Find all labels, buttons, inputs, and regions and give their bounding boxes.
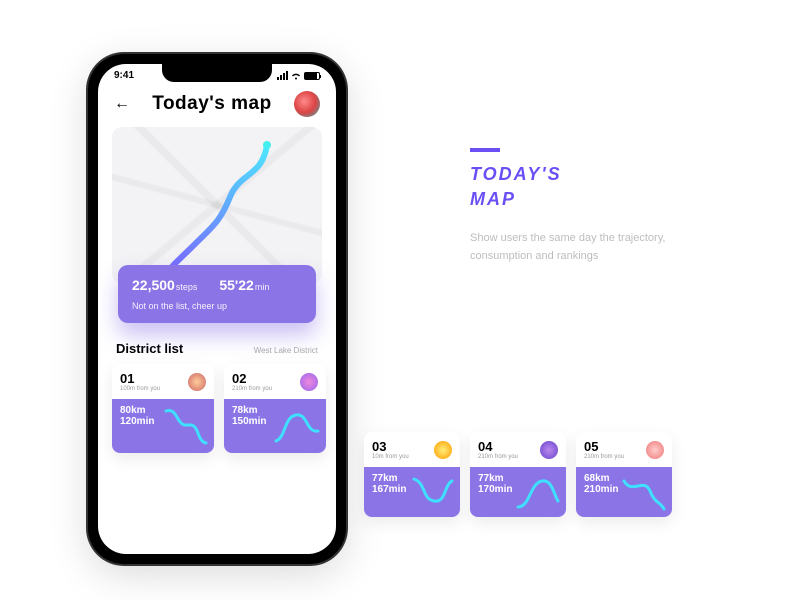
profile-avatar[interactable]: [294, 91, 320, 117]
steps-value: 22,500: [132, 277, 175, 293]
phone-notch: [162, 64, 272, 82]
user-avatar: [300, 373, 318, 391]
steps-unit: steps: [176, 282, 198, 292]
mini-route-icon: [404, 471, 456, 517]
rank-number: 01: [120, 371, 160, 386]
time-value: 55'22: [219, 277, 253, 293]
rank-number: 03: [372, 439, 409, 454]
district-card[interactable]: 03 10m from you 77km 167min: [364, 432, 460, 517]
district-title: District list: [116, 341, 183, 356]
mini-route-icon: [158, 403, 210, 449]
mini-route-icon: [510, 471, 562, 517]
time-unit: min: [255, 282, 270, 292]
user-avatar: [540, 441, 558, 459]
user-avatar: [188, 373, 206, 391]
promo-title-line: MAP: [470, 187, 730, 212]
page-title: Today's map: [152, 93, 271, 115]
district-card[interactable]: 04 210m from you 77km 170min: [470, 432, 566, 517]
district-card[interactable]: 01 100m from you 80km 120min: [112, 364, 214, 453]
distance-from: 210m from you: [478, 454, 518, 460]
battery-icon: [304, 72, 320, 80]
rank-number: 02: [232, 371, 272, 386]
distance-from: 210m from you: [232, 386, 272, 392]
district-header: District list West Lake District: [98, 323, 336, 364]
header: ← Today's map: [98, 81, 336, 123]
back-icon[interactable]: ←: [114, 95, 130, 113]
mini-route-icon: [270, 403, 322, 449]
wifi-icon: [291, 72, 301, 80]
statusbar-time: 9:41: [114, 70, 134, 81]
rank-number: 04: [478, 439, 518, 454]
map-view[interactable]: [112, 127, 322, 283]
user-avatar: [646, 441, 664, 459]
mini-route-icon: [616, 471, 668, 517]
distance-from: 100m from you: [120, 386, 160, 392]
rank-number: 05: [584, 439, 624, 454]
district-card[interactable]: 02 210m from you 78km 150min: [224, 364, 326, 453]
stats-card: 22,500steps 55'22min Not on the list, ch…: [118, 265, 316, 323]
route-path-icon: [112, 127, 322, 283]
promo-title-line: TODAY'S: [470, 162, 730, 187]
distance-from: 210m from you: [584, 454, 624, 460]
dash-icon: [470, 148, 500, 152]
district-location[interactable]: West Lake District: [254, 346, 318, 355]
distance-from: 10m from you: [372, 454, 409, 460]
user-avatar: [434, 441, 452, 459]
district-cards-row[interactable]: 01 100m from you 80km 120min 02 210m fro…: [98, 364, 336, 453]
promo-description: Show users the same day the trajectory, …: [470, 230, 730, 265]
signal-icon: [277, 71, 288, 80]
district-card[interactable]: 05 210m from you 68km 210min: [576, 432, 672, 517]
promo-block: TODAY'S MAP Show users the same day the …: [470, 148, 730, 266]
stats-message: Not on the list, cheer up: [132, 301, 302, 311]
phone-frame: 9:41 ← Today's map: [88, 54, 346, 564]
district-cards-overflow: 03 10m from you 77km 167min 04 210m from…: [364, 432, 672, 517]
phone-screen: 9:41 ← Today's map: [98, 64, 336, 554]
